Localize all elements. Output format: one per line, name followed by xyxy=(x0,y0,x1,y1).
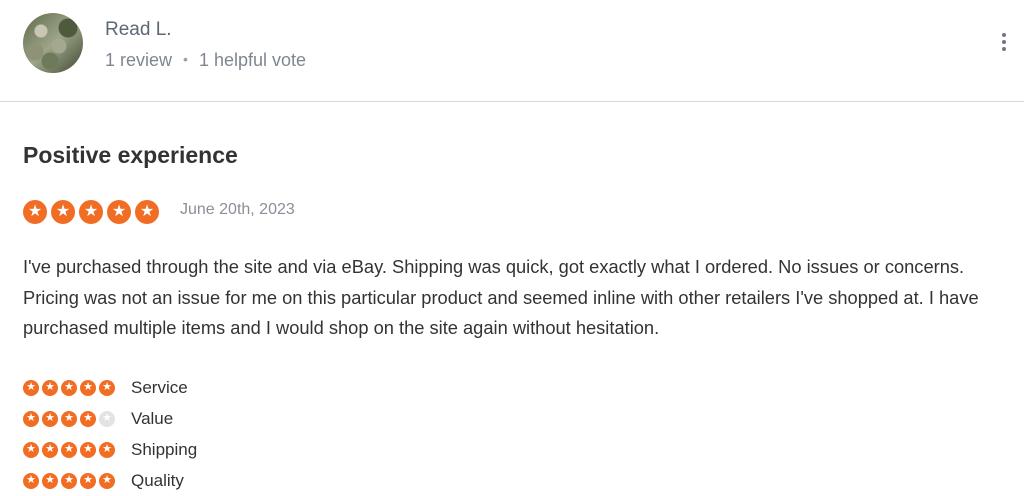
star-icon: ★ xyxy=(23,441,39,458)
reviewer-name[interactable]: Read L. xyxy=(105,19,172,41)
star-icon: ★ xyxy=(99,379,115,396)
sub-rating-row: ★ ★ ★ ★ ★ Shipping xyxy=(23,434,197,465)
sub-rating-label: Value xyxy=(131,408,174,428)
star-icon: ★ xyxy=(42,441,58,458)
sub-rating-stars: ★ ★ ★ ★ ★ xyxy=(23,379,131,396)
sub-rating-stars: ★ ★ ★ ★ ★ xyxy=(23,410,131,427)
reviewer-header: Read L. 1 review • 1 helpful vote xyxy=(0,0,1024,102)
sub-rating-stars: ★ ★ ★ ★ ★ xyxy=(23,441,131,458)
meta-separator: • xyxy=(183,51,188,67)
star-icon: ★ xyxy=(99,441,115,458)
sub-rating-row: ★ ★ ★ ★ ★ Quality xyxy=(23,465,197,496)
reviewer-meta: 1 review • 1 helpful vote xyxy=(105,50,306,71)
star-icon: ★ xyxy=(42,379,58,396)
sub-rating-row: ★ ★ ★ ★ ★ Value xyxy=(23,403,197,434)
sub-rating-label: Quality xyxy=(131,470,184,490)
sub-rating-stars: ★ ★ ★ ★ ★ xyxy=(23,472,131,489)
star-icon: ★ xyxy=(107,200,131,224)
overall-rating-stars: ★ ★ ★ ★ ★ xyxy=(23,200,159,224)
review-text: I've purchased through the site and via … xyxy=(23,256,979,338)
star-icon: ★ xyxy=(23,472,39,489)
star-icon: ★ xyxy=(42,472,58,489)
sub-ratings-list: ★ ★ ★ ★ ★ Service ★ ★ ★ ★ ★ Value ★ ★ ★ ★ ★ Shipping ★ ★ ★ ★ ★… xyxy=(23,372,197,496)
sub-rating-row: ★ ★ ★ ★ ★ Service xyxy=(23,372,197,403)
review-title: Positive experience xyxy=(23,142,238,168)
helpful-vote-count: 1 helpful vote xyxy=(198,50,307,70)
star-icon: ★ xyxy=(61,410,77,427)
avatar[interactable] xyxy=(23,13,83,73)
star-icon: ★ xyxy=(61,472,77,489)
star-icon: ★ xyxy=(80,379,96,396)
sub-rating-label: Shipping xyxy=(131,439,198,459)
sub-rating-label: Service xyxy=(131,377,188,397)
star-icon: ★ xyxy=(61,379,77,396)
star-icon: ★ xyxy=(51,200,75,224)
star-icon: ★ xyxy=(23,379,39,396)
star-icon: ★ xyxy=(79,200,103,224)
review-date: June 20th, 2023 xyxy=(180,201,295,218)
kebab-menu-icon[interactable] xyxy=(996,33,1012,57)
star-icon: ★ xyxy=(135,200,159,224)
star-icon: ★ xyxy=(61,441,77,458)
star-icon: ★ xyxy=(99,410,115,427)
star-icon: ★ xyxy=(80,441,96,458)
star-icon: ★ xyxy=(99,472,115,489)
star-icon: ★ xyxy=(23,200,47,224)
star-icon: ★ xyxy=(80,410,96,427)
star-icon: ★ xyxy=(42,410,58,427)
review-count: 1 review xyxy=(105,50,173,70)
star-icon: ★ xyxy=(80,472,96,489)
star-icon: ★ xyxy=(23,410,39,427)
